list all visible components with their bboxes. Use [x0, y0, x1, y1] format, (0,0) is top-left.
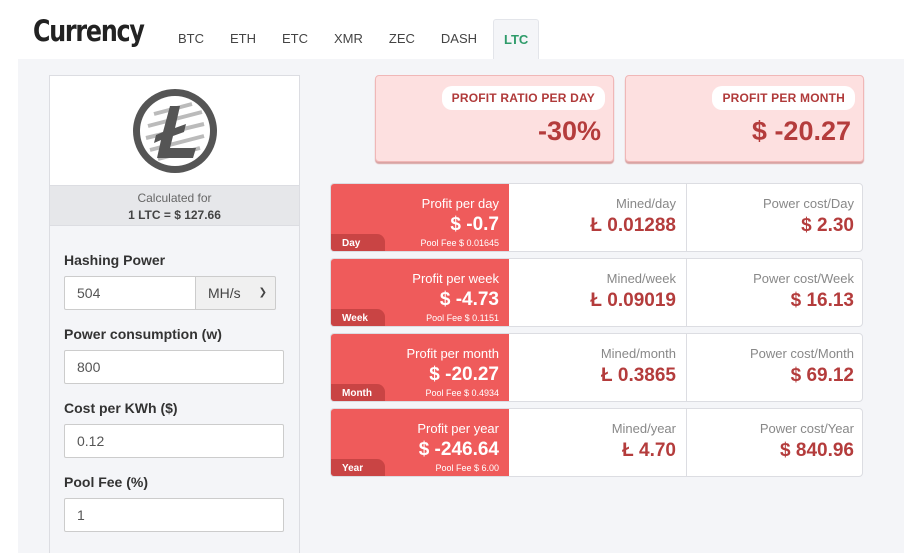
- hashing-unit-select[interactable]: MH/s ❯: [196, 276, 276, 310]
- period-row-month: Profit per month $ -20.27 Pool Fee $ 0.4…: [330, 333, 863, 402]
- mined-value: Ł 0.3865: [601, 365, 676, 386]
- coin-logo-box: [50, 76, 299, 186]
- tab-dash[interactable]: DASH: [431, 19, 487, 59]
- pool-fee-label: Pool Fee (%): [64, 474, 149, 490]
- mined-label: Mined/year: [611, 421, 676, 436]
- mined-label: Mined/day: [616, 196, 676, 211]
- profit-ratio-badge: PROFIT RATIO PER DAY: [441, 86, 605, 110]
- profit-label: Profit per year: [417, 421, 499, 436]
- profit-month-card: PROFIT PER MONTH $ -20.27: [625, 75, 864, 162]
- mined-value: Ł 4.70: [622, 440, 676, 461]
- period-row-year: Profit per year $ -246.64 Pool Fee $ 6.0…: [330, 408, 863, 477]
- tab-etc[interactable]: ETC: [272, 19, 318, 59]
- period-tag: Year: [331, 459, 385, 476]
- pool-fee-value: Pool Fee $ 6.00: [435, 463, 499, 473]
- period-row-week: Profit per week $ -4.73 Pool Fee $ 0.115…: [330, 258, 863, 327]
- tab-ltc[interactable]: LTC: [493, 19, 540, 59]
- power-cost-cell: Power cost/Week $ 16.13: [687, 259, 862, 326]
- power-cost-value: $ 16.13: [790, 290, 854, 311]
- tab-btc[interactable]: BTC: [168, 19, 214, 59]
- mined-cell: Mined/year Ł 4.70: [509, 409, 687, 476]
- mined-cell: Mined/week Ł 0.09019: [509, 259, 687, 326]
- profit-value: $ -20.27: [429, 364, 499, 385]
- profit-label: Profit per week: [412, 271, 499, 286]
- power-consumption-input[interactable]: 800: [64, 350, 284, 384]
- profit-cell: Profit per day $ -0.7 Pool Fee $ 0.01645…: [331, 184, 509, 251]
- power-cost-cell: Power cost/Day $ 2.30: [687, 184, 862, 251]
- mined-value: Ł 0.01288: [590, 215, 676, 236]
- profit-value: $ -246.64: [418, 439, 499, 460]
- power-cost-label: Power cost/Month: [749, 346, 854, 361]
- rate-box: Calculated for 1 LTC = $ 127.66: [50, 186, 299, 226]
- exchange-rate: 1 LTC = $ 127.66: [128, 208, 221, 222]
- hashing-unit-value: MH/s: [208, 285, 241, 301]
- power-cost-label: Power cost/Day: [762, 196, 854, 211]
- mined-label: Mined/week: [606, 271, 676, 286]
- profit-value: $ -4.73: [439, 289, 499, 310]
- tab-zec[interactable]: ZEC: [379, 19, 425, 59]
- power-cost-value: $ 2.30: [801, 215, 854, 236]
- cost-per-kwh-field: Cost per KWh ($) 0.12: [64, 400, 284, 458]
- pool-fee-field: Pool Fee (%) 1: [64, 474, 284, 532]
- period-row-day: Profit per day $ -0.7 Pool Fee $ 0.01645…: [330, 183, 863, 252]
- power-consumption-label: Power consumption (w): [64, 326, 222, 342]
- period-tag: Week: [331, 309, 385, 326]
- profit-month-badge: PROFIT PER MONTH: [712, 86, 855, 110]
- pool-fee-value: Pool Fee $ 0.1151: [426, 313, 499, 323]
- period-tag: Day: [331, 234, 385, 251]
- power-cost-cell: Power cost/Year $ 840.96: [687, 409, 862, 476]
- power-cost-value: $ 840.96: [780, 440, 854, 461]
- period-tag: Month: [331, 384, 385, 401]
- power-cost-label: Power cost/Year: [759, 421, 854, 436]
- tab-eth[interactable]: ETH: [220, 19, 266, 59]
- profit-label: Profit per day: [421, 196, 499, 211]
- litecoin-icon: [132, 88, 217, 173]
- page-title: Currency: [33, 14, 145, 48]
- mined-label: Mined/month: [600, 346, 676, 361]
- mined-value: Ł 0.09019: [590, 290, 676, 311]
- hashing-power-input[interactable]: 504: [64, 276, 196, 310]
- mined-cell: Mined/day Ł 0.01288: [509, 184, 687, 251]
- currency-tabs: BTC ETH ETC XMR ZEC DASH LTC: [168, 19, 545, 59]
- profit-cell: Profit per year $ -246.64 Pool Fee $ 6.0…: [331, 409, 509, 476]
- power-consumption-field: Power consumption (w) 800: [64, 326, 284, 384]
- profit-ratio-card: PROFIT RATIO PER DAY -30%: [375, 75, 614, 162]
- power-cost-value: $ 69.12: [790, 365, 854, 386]
- hashing-power-label: Hashing Power: [64, 252, 166, 268]
- calculated-for-label: Calculated for: [137, 191, 212, 205]
- profit-cell: Profit per week $ -4.73 Pool Fee $ 0.115…: [331, 259, 509, 326]
- tab-xmr[interactable]: XMR: [324, 19, 373, 59]
- power-cost-label: Power cost/Week: [753, 271, 854, 286]
- profit-month-value: $ -20.27: [751, 116, 851, 146]
- calculator-panel: Calculated for 1 LTC = $ 127.66 Hashing …: [49, 75, 300, 553]
- pool-fee-value: Pool Fee $ 0.4934: [425, 388, 499, 398]
- mined-cell: Mined/month Ł 0.3865: [509, 334, 687, 401]
- header: Currency BTC ETH ETC XMR ZEC DASH LTC: [0, 0, 904, 59]
- profit-ratio-value: -30%: [537, 116, 601, 146]
- pool-fee-value: Pool Fee $ 0.01645: [420, 238, 499, 248]
- hashing-power-field: Hashing Power 504 MH/s ❯: [64, 252, 284, 310]
- cost-per-kwh-input[interactable]: 0.12: [64, 424, 284, 458]
- profit-value: $ -0.7: [450, 214, 499, 235]
- pool-fee-input[interactable]: 1: [64, 498, 284, 532]
- chevron-down-icon: ❯: [258, 287, 267, 298]
- profit-label: Profit per month: [406, 346, 500, 361]
- power-cost-cell: Power cost/Month $ 69.12: [687, 334, 862, 401]
- profit-cell: Profit per month $ -20.27 Pool Fee $ 0.4…: [331, 334, 509, 401]
- cost-per-kwh-label: Cost per KWh ($): [64, 400, 178, 416]
